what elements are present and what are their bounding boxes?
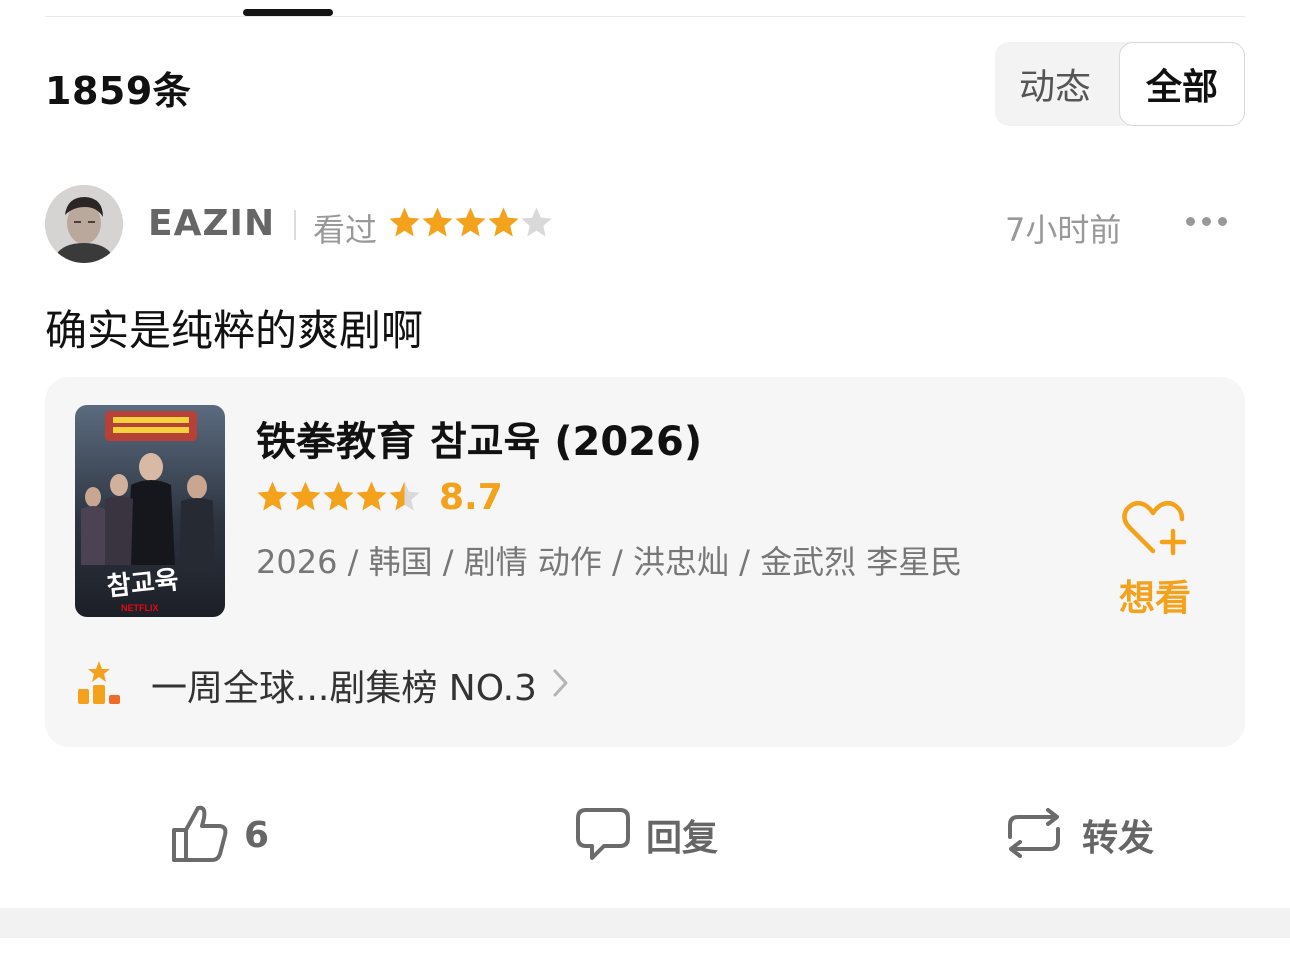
reply-label: 回复 — [646, 818, 719, 859]
like-button[interactable]: 6 — [170, 790, 269, 880]
thumbs-up-icon — [170, 802, 230, 868]
comment-icon — [574, 804, 632, 866]
star-icon — [487, 204, 520, 244]
action-bar: 6 回复 转发 — [0, 790, 1290, 880]
repost-icon — [1000, 807, 1068, 863]
star-icon — [388, 478, 421, 518]
heart-plus-icon — [1119, 500, 1191, 563]
watch-status: 看过 — [313, 211, 378, 249]
repost-label: 转发 — [1082, 818, 1155, 859]
ranking-link[interactable]: 一周全球...剧集榜 NO.3 — [75, 659, 569, 711]
like-count: 6 — [244, 814, 270, 856]
more-icon[interactable] — [1186, 217, 1227, 226]
movie-title[interactable]: 铁拳教育 참교육 (2026) — [256, 409, 702, 467]
post-time: 7小时前 — [1005, 211, 1122, 249]
divider — [294, 210, 296, 240]
section-separator — [0, 908, 1290, 938]
reply-button[interactable]: 回复 — [574, 790, 718, 880]
star-icon — [355, 478, 388, 518]
segment-all[interactable]: 全部 — [1119, 42, 1245, 126]
star-icon — [322, 478, 355, 518]
star-icon — [520, 204, 553, 244]
page: 1859条 动态 全部 EAZIN 看过 7小时前 确实是纯粹的爽剧啊 참교육 … — [0, 0, 1290, 957]
rank-text: 一周全球...剧集榜 NO.3 — [151, 668, 537, 709]
movie-poster[interactable]: 참교육 NETFLIX — [75, 405, 225, 617]
movie-rating-stars — [256, 478, 421, 518]
repost-button[interactable]: 转发 — [1000, 790, 1154, 880]
tab-divider — [45, 16, 1245, 17]
filter-segmented-control: 动态 全部 — [995, 42, 1245, 126]
svg-text:NETFLIX: NETFLIX — [121, 603, 159, 613]
star-icon — [454, 204, 487, 244]
want-label: 想看 — [1118, 578, 1191, 619]
segment-dynamic[interactable]: 动态 — [995, 42, 1115, 126]
post-text: 确实是纯粹的爽剧啊 — [45, 306, 424, 355]
username[interactable]: EAZIN — [148, 203, 275, 244]
rank-icon — [75, 659, 123, 711]
star-icon — [388, 204, 421, 244]
movie-card[interactable]: 참교육 NETFLIX 铁拳教育 참교육 (2026) 8.7 2026 / 韩… — [45, 377, 1245, 747]
star-icon — [256, 478, 289, 518]
comment-count: 1859条 — [45, 69, 192, 113]
user-rating-stars — [388, 204, 553, 244]
star-icon — [289, 478, 322, 518]
movie-meta: 2026 / 韩国 / 剧情 动作 / 洪忠灿 / 金武烈 李星民 — [256, 543, 963, 581]
chevron-right-icon — [551, 668, 569, 702]
tab-indicator — [243, 9, 333, 16]
movie-score: 8.7 — [439, 477, 503, 518]
movie-rating: 8.7 — [256, 477, 503, 518]
avatar[interactable] — [45, 185, 123, 263]
want-to-watch-button[interactable]: 想看 — [1105, 497, 1205, 621]
star-icon — [421, 204, 454, 244]
